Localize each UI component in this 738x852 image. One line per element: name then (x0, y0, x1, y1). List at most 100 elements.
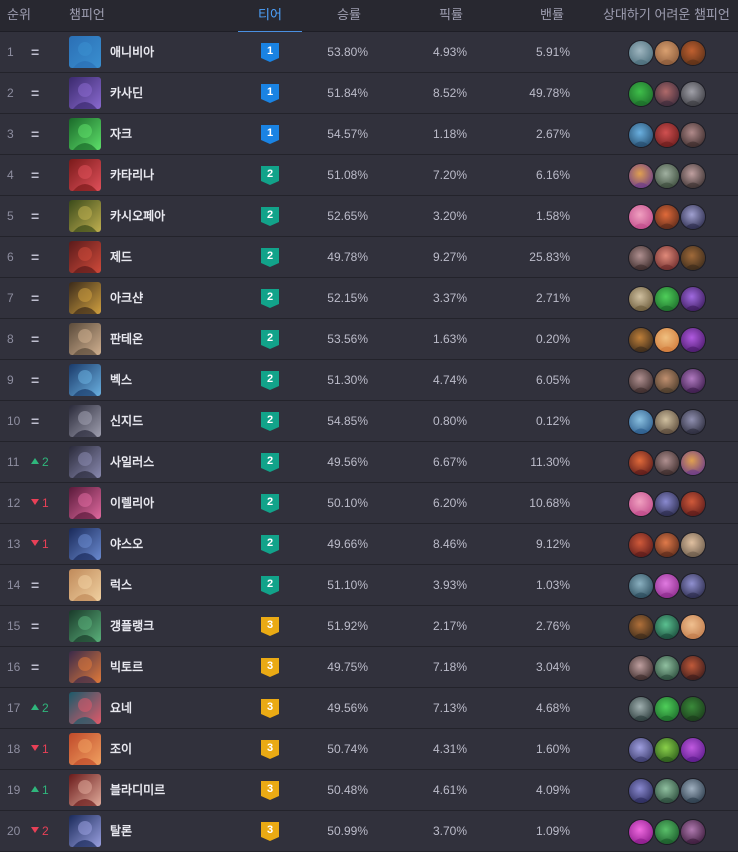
counter-champion-icon[interactable] (681, 615, 705, 639)
champion-portrait[interactable] (69, 323, 101, 355)
table-row[interactable]: 3 = 자크 1 54.57% 1.18% 2.67% (0, 114, 738, 155)
champion-portrait[interactable] (69, 651, 101, 683)
champion-name[interactable]: 벡스 (110, 360, 132, 400)
counter-champion-icon[interactable] (681, 287, 705, 311)
counter-champion-icon[interactable] (681, 410, 705, 434)
counter-champion-icon[interactable] (681, 451, 705, 475)
counter-champion-icon[interactable] (655, 205, 679, 229)
counter-champion-icon[interactable] (655, 328, 679, 352)
table-row[interactable]: 10 = 신지드 2 54.85% 0.80% 0.12% (0, 401, 738, 442)
counter-champion-icon[interactable] (681, 574, 705, 598)
counter-champion-icon[interactable] (655, 123, 679, 147)
champion-portrait[interactable] (69, 282, 101, 314)
counter-champion-icon[interactable] (655, 369, 679, 393)
counter-champion-icon[interactable] (629, 656, 653, 680)
counter-champion-icon[interactable] (629, 82, 653, 106)
counter-champion-icon[interactable] (655, 615, 679, 639)
champion-name[interactable]: 갱플랭크 (110, 606, 154, 646)
counter-champion-icon[interactable] (655, 656, 679, 680)
counter-champion-icon[interactable] (629, 369, 653, 393)
counter-champion-icon[interactable] (629, 287, 653, 311)
counter-champion-icon[interactable] (655, 82, 679, 106)
counter-champion-icon[interactable] (681, 41, 705, 65)
champion-portrait[interactable] (69, 159, 101, 191)
counter-champion-icon[interactable] (655, 287, 679, 311)
counter-champion-icon[interactable] (655, 451, 679, 475)
counter-champion-icon[interactable] (629, 205, 653, 229)
header-pick-rate[interactable]: 픽률 (439, 0, 463, 31)
counter-champion-icon[interactable] (629, 533, 653, 557)
counter-champion-icon[interactable] (655, 533, 679, 557)
counter-champion-icon[interactable] (681, 738, 705, 762)
table-row[interactable]: 20 2 탈론 3 50.99% 3.70% 1.09% (0, 811, 738, 852)
champion-portrait[interactable] (69, 815, 101, 847)
champion-portrait[interactable] (69, 733, 101, 765)
champion-name[interactable]: 럭스 (110, 565, 132, 605)
champion-portrait[interactable] (69, 364, 101, 396)
table-row[interactable]: 4 = 카타리나 2 51.08% 7.20% 6.16% (0, 155, 738, 196)
counter-champion-icon[interactable] (681, 369, 705, 393)
champion-portrait[interactable] (69, 446, 101, 478)
champion-portrait[interactable] (69, 200, 101, 232)
counter-champion-icon[interactable] (629, 451, 653, 475)
counter-champion-icon[interactable] (655, 246, 679, 270)
table-row[interactable]: 1 = 애니비아 1 53.80% 4.93% 5.91% (0, 32, 738, 73)
counter-champion-icon[interactable] (681, 779, 705, 803)
champion-portrait[interactable] (69, 487, 101, 519)
header-ban-rate[interactable]: 밴률 (540, 0, 564, 31)
header-win-rate[interactable]: 승률 (337, 0, 361, 31)
champion-portrait[interactable] (69, 77, 101, 109)
champion-name[interactable]: 탈론 (110, 811, 132, 851)
champion-name[interactable]: 이렐리아 (110, 483, 154, 523)
table-row[interactable]: 8 = 판테온 2 53.56% 1.63% 0.20% (0, 319, 738, 360)
header-tier[interactable]: 티어 (238, 0, 302, 33)
table-row[interactable]: 17 2 요네 3 49.56% 7.13% 4.68% (0, 688, 738, 729)
table-row[interactable]: 12 1 이렐리아 2 50.10% 6.20% 10.68% (0, 483, 738, 524)
counter-champion-icon[interactable] (681, 656, 705, 680)
champion-portrait[interactable] (69, 610, 101, 642)
table-row[interactable]: 7 = 아크샨 2 52.15% 3.37% 2.71% (0, 278, 738, 319)
counter-champion-icon[interactable] (629, 820, 653, 844)
champion-name[interactable]: 자크 (110, 114, 132, 154)
counter-champion-icon[interactable] (629, 41, 653, 65)
counter-champion-icon[interactable] (681, 164, 705, 188)
champion-portrait[interactable] (69, 241, 101, 273)
table-row[interactable]: 14 = 럭스 2 51.10% 3.93% 1.03% (0, 565, 738, 606)
champion-portrait[interactable] (69, 569, 101, 601)
table-row[interactable]: 9 = 벡스 2 51.30% 4.74% 6.05% (0, 360, 738, 401)
champion-name[interactable]: 사일러스 (110, 442, 154, 482)
counter-champion-icon[interactable] (629, 492, 653, 516)
champion-name[interactable]: 조이 (110, 729, 132, 769)
counter-champion-icon[interactable] (629, 123, 653, 147)
champion-name[interactable]: 빅토르 (110, 647, 143, 687)
counter-champion-icon[interactable] (629, 697, 653, 721)
champion-name[interactable]: 제드 (110, 237, 132, 277)
counter-champion-icon[interactable] (681, 533, 705, 557)
counter-champion-icon[interactable] (681, 697, 705, 721)
counter-champion-icon[interactable] (629, 738, 653, 762)
counter-champion-icon[interactable] (681, 123, 705, 147)
counter-champion-icon[interactable] (681, 82, 705, 106)
champion-portrait[interactable] (69, 528, 101, 560)
counter-champion-icon[interactable] (655, 820, 679, 844)
champion-name[interactable]: 요네 (110, 688, 132, 728)
counter-champion-icon[interactable] (629, 615, 653, 639)
champion-name[interactable]: 카사딘 (110, 73, 143, 113)
counter-champion-icon[interactable] (655, 41, 679, 65)
counter-champion-icon[interactable] (629, 328, 653, 352)
counter-champion-icon[interactable] (629, 246, 653, 270)
champion-name[interactable]: 야스오 (110, 524, 143, 564)
counter-champion-icon[interactable] (655, 738, 679, 762)
counter-champion-icon[interactable] (655, 779, 679, 803)
champion-name[interactable]: 카시오페아 (110, 196, 165, 236)
counter-champion-icon[interactable] (655, 492, 679, 516)
champion-portrait[interactable] (69, 118, 101, 150)
champion-name[interactable]: 카타리나 (110, 155, 154, 195)
counter-champion-icon[interactable] (655, 410, 679, 434)
champion-name[interactable]: 신지드 (110, 401, 143, 441)
table-row[interactable]: 16 = 빅토르 3 49.75% 7.18% 3.04% (0, 647, 738, 688)
champion-portrait[interactable] (69, 36, 101, 68)
table-row[interactable]: 2 = 카사딘 1 51.84% 8.52% 49.78% (0, 73, 738, 114)
champion-name[interactable]: 아크샨 (110, 278, 143, 318)
header-champion[interactable]: 챔피언 (69, 0, 105, 31)
